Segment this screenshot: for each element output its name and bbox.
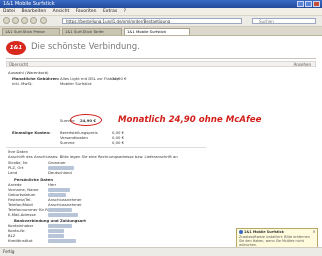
- page-slogan: Die schönste Verbindung.: [31, 42, 140, 52]
- section-link[interactable]: Ansehen: [294, 62, 311, 67]
- maximize-button[interactable]: [305, 1, 312, 7]
- monthly-fees-price: 24,90 €: [112, 76, 127, 81]
- vat-note: inkl. MwSt.: [12, 81, 33, 86]
- divider: [6, 147, 206, 148]
- brand-logo[interactable]: 1&1: [6, 41, 26, 55]
- status-text: Fertig: [3, 249, 15, 254]
- detail-value: Deutschland: [48, 170, 72, 175]
- highlight-oval: [70, 114, 102, 126]
- mobile-surfstick-line: Mobiler Surfstick: [60, 81, 92, 86]
- personal-label: E-Mail-Adresse: [8, 212, 36, 217]
- forward-icon[interactable]: [12, 17, 19, 24]
- window-title: 1&1 Mobile Surfstick: [3, 1, 55, 7]
- popup-title: 1&1 Mobile Surfstick: [244, 230, 284, 234]
- home-icon[interactable]: [40, 17, 47, 24]
- menu-bar: Datei Bearbeiten Ansicht Favoriten Extra…: [0, 8, 322, 16]
- header-divider: [6, 58, 316, 59]
- menu-item-ansicht[interactable]: Ansicht: [53, 9, 70, 14]
- tab-mobile-surfstick[interactable]: 1&1 Mobile Surfstick: [124, 28, 190, 35]
- sum2-line: Summe: [60, 140, 75, 145]
- minimize-button[interactable]: [297, 1, 304, 7]
- address-input[interactable]: https://bestellung.1und1.de/xml/order/Be…: [62, 18, 242, 24]
- close-window-button[interactable]: [313, 1, 320, 7]
- section-title: Übersicht: [9, 62, 29, 67]
- popup-text: Zusatzsoftware installiert: Bitte entfer…: [239, 235, 310, 247]
- close-icon[interactable]: ×: [312, 230, 316, 234]
- menu-item-favoriten[interactable]: Favoriten: [76, 9, 97, 14]
- section-bar: Übersicht Ansehen: [6, 61, 316, 67]
- info-icon: [239, 230, 243, 234]
- navigation-bar: https://bestellung.1und1.de/xml/order/Be…: [0, 16, 322, 27]
- menu-item-extras[interactable]: Extras: [103, 9, 117, 14]
- tab-surfstick-preise[interactable]: 1&1 Surf-Stick Preise: [2, 28, 60, 35]
- personal-value-redacted: [48, 212, 78, 217]
- menu-item-datei[interactable]: Datei: [3, 9, 15, 14]
- window-titlebar: 1&1 Mobile Surfstick: [0, 0, 322, 8]
- search-input[interactable]: Suchen: [252, 18, 316, 24]
- tab-surfstick-tarife[interactable]: 1&1 Surf-Stick Tarife: [62, 28, 122, 35]
- page-content: 1&1 Die schönste Verbindung. Übersicht A…: [0, 36, 322, 247]
- refresh-icon[interactable]: [21, 17, 28, 24]
- one-time-fees-label: Einmalige Kosten:: [12, 130, 51, 135]
- address-note: Anschrift des Anschlusses: Bitte legen S…: [8, 154, 178, 159]
- menu-item-help[interactable]: ?: [124, 9, 126, 14]
- detail-label: Land: [8, 170, 18, 175]
- back-icon[interactable]: [3, 17, 10, 24]
- menu-item-bearbeiten[interactable]: Bearbeiten: [21, 9, 46, 14]
- bank-label: Kreditinstitut: [8, 238, 33, 243]
- annotation-text: Monatlich 24,90 ohne McAfee: [118, 115, 262, 125]
- sum2-price: 0,00 €: [112, 140, 125, 145]
- notification-popup[interactable]: 1&1 Mobile Surfstick Zusatzsoftware inst…: [236, 228, 318, 249]
- tab-bar: 1&1 Surf-Stick Preise 1&1 Surf-Stick Tar…: [0, 27, 322, 36]
- stop-icon[interactable]: [30, 17, 37, 24]
- auswahl-label: Auswahl (Warenkorb): [8, 70, 49, 75]
- bank-value-redacted: [48, 238, 76, 243]
